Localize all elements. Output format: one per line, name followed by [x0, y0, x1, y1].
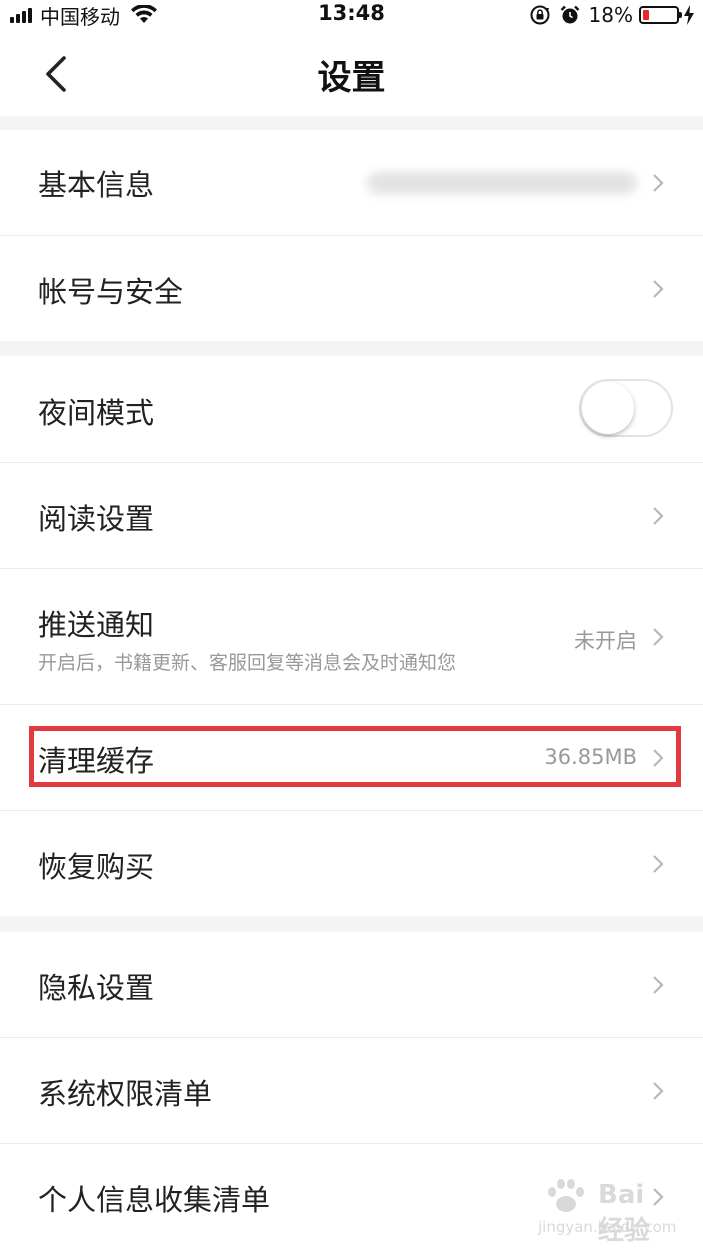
section-gap — [0, 916, 703, 932]
row-label: 阅读设置 — [38, 502, 155, 536]
row-label: 推送通知 — [38, 608, 155, 642]
row-label: 基本信息 — [38, 168, 155, 202]
row-restore-purchase[interactable]: 恢复购买 — [0, 811, 703, 916]
row-value: 未开启 — [574, 629, 637, 653]
watermark-url: jingyan.baidu.com — [538, 1218, 677, 1236]
chevron-right-icon — [653, 280, 664, 298]
chevron-right-icon — [653, 976, 664, 994]
row-label: 帐号与安全 — [38, 275, 184, 309]
chevron-right-icon — [653, 855, 664, 873]
section-gap — [0, 116, 703, 130]
watermark-text: Bai 经验 — [598, 1180, 651, 1246]
row-label: 隐私设置 — [38, 971, 155, 1005]
row-label: 恢复购买 — [38, 850, 155, 884]
highlight-annotation-box — [29, 726, 681, 787]
row-reading-settings[interactable]: 阅读设置 — [0, 463, 703, 568]
paw-logo-icon — [548, 1179, 584, 1212]
section-gap — [0, 341, 703, 356]
alarm-icon — [560, 5, 579, 24]
battery-icon — [639, 6, 682, 24]
row-privacy-settings[interactable]: 隐私设置 — [0, 932, 703, 1037]
status-bar: 中国移动 13:48 18% — [0, 0, 703, 30]
row-basic-info[interactable]: 基本信息 — [0, 130, 703, 235]
battery-percent: 18% — [588, 3, 633, 27]
chevron-right-icon — [653, 628, 664, 646]
row-push-notifications[interactable]: 推送通知 开启后，书籍更新、客服回复等消息会及时通知您 未开启 — [0, 569, 703, 704]
row-night-mode: 夜间模式 — [0, 356, 703, 462]
status-right: 18% — [529, 2, 695, 28]
battery-level-fill — [643, 10, 649, 20]
row-system-permissions[interactable]: 系统权限清单 — [0, 1038, 703, 1143]
chevron-right-icon — [653, 174, 664, 192]
baidu-jingyan-watermark: Bai 经验 jingyan.baidu.com — [538, 1172, 678, 1246]
chevron-right-icon — [653, 1082, 664, 1100]
row-label: 个人信息收集清单 — [38, 1183, 271, 1217]
rotation-lock-icon — [530, 5, 550, 25]
row-label: 夜间模式 — [38, 396, 155, 430]
chevron-right-icon — [653, 507, 664, 525]
row-label: 系统权限清单 — [38, 1077, 213, 1111]
toggle-knob — [582, 382, 634, 434]
row-sublabel: 开启后，书籍更新、客服回复等消息会及时通知您 — [38, 652, 457, 674]
row-account-security[interactable]: 帐号与安全 — [0, 236, 703, 341]
nav-bar: 设置 — [0, 30, 703, 116]
charging-icon — [684, 5, 694, 25]
obscured-account-info — [367, 172, 637, 194]
page-title: 设置 — [317, 58, 386, 98]
night-mode-toggle[interactable] — [579, 379, 673, 437]
